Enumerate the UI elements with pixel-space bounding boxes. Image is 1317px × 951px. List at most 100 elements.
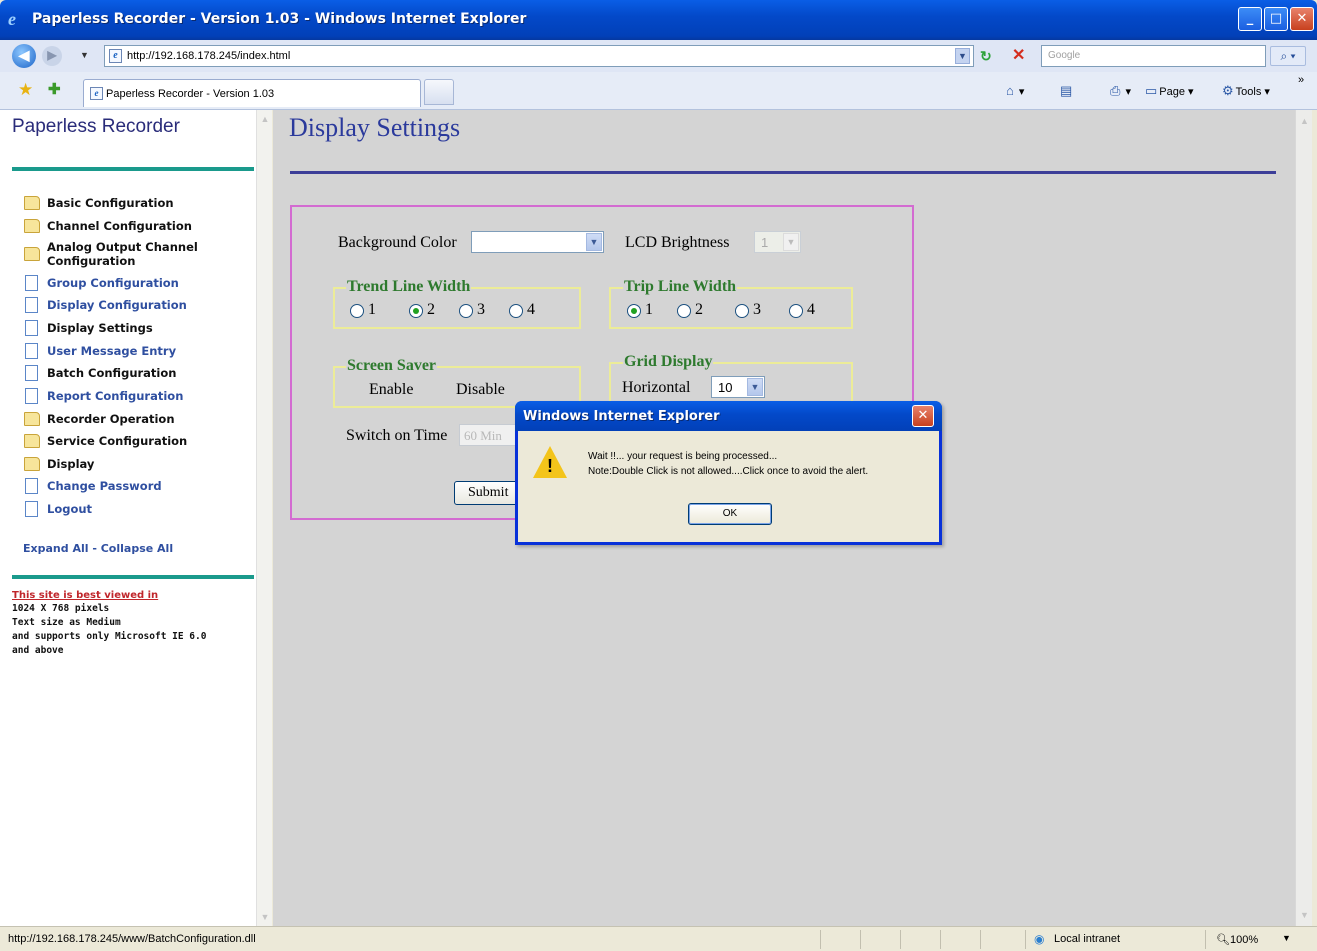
viewing-note-line: and above [12,645,64,656]
trend-width-option-label: 3 [477,301,485,318]
trend-line-width-legend: Trend Line Width [346,278,472,296]
dialog-title: Windows Internet Explorer [523,409,720,424]
trend-width-radio-4[interactable] [509,304,523,318]
add-favorite-icon[interactable]: ✚ [48,81,61,99]
zoom-value: 100% [1229,934,1259,946]
zoom-dropdown-icon[interactable]: ▼ [1282,933,1291,943]
screen-saver-disable[interactable]: Disable [456,381,505,399]
scroll-down-icon[interactable]: ▼ [1299,910,1310,920]
viewing-note-line: Text size as Medium [12,617,121,628]
history-dropdown-icon[interactable]: ▼ [80,50,89,60]
window-titlebar[interactable]: e Paperless Recorder - Version 1.03 - Wi… [0,0,1317,40]
tab-paperless-recorder[interactable]: e Paperless Recorder - Version 1.03 [83,79,421,107]
trip-width-radio-2[interactable] [677,304,691,318]
status-divider [1025,930,1026,949]
status-bar: http://192.168.178.245/www/BatchConfigur… [0,926,1317,951]
expand-all-link[interactable]: Expand All [23,542,89,555]
grid-display-legend: Grid Display [623,353,714,371]
sidebar-item-label: Change Password [47,479,162,493]
refresh-icon[interactable]: ↻ [980,48,998,64]
page-icon [25,297,38,313]
switch-on-time-input[interactable]: 60 Min [459,424,517,446]
scroll-up-icon[interactable]: ▲ [259,114,271,124]
dialog-titlebar[interactable]: Windows Internet Explorer ✕ [515,401,942,431]
folder-icon [24,412,40,426]
home-button[interactable]: ⌂ ▾ [1006,83,1024,98]
ok-button[interactable]: OK [688,503,772,525]
trip-width-option-label: 4 [807,301,815,318]
tab-toolbar: ★ ✚ e Paperless Recorder - Version 1.03 … [0,72,1317,110]
zoom-level[interactable]: 🔍︎100% [1216,933,1258,946]
dialog-close-button[interactable]: ✕ [912,405,934,427]
switch-on-time-label: Switch on Time [346,427,448,444]
tools-icon: ⚙ [1222,83,1234,98]
address-url[interactable]: http://192.168.178.245/index.html [127,50,290,62]
screen-saver-legend: Screen Saver [346,357,438,375]
page-icon [25,501,38,517]
switch-on-time-value: 60 Min [464,428,502,443]
tools-menu-label: Tools [1235,86,1262,98]
back-arrow-icon[interactable]: ◀ [12,44,36,68]
status-divider [940,930,941,949]
trend-width-radio-3[interactable] [459,304,473,318]
trend-width-option-label: 2 [427,301,435,318]
trip-width-option-label: 3 [753,301,761,318]
grid-horizontal-select[interactable]: 10 ▼ [711,376,765,398]
sidebar-item-label: Batch Configuration [47,366,177,380]
grid-horizontal-label: Horizontal [622,379,691,396]
status-divider [980,930,981,949]
minimize-button[interactable]: _ [1238,7,1262,31]
trip-width-radio-1[interactable] [627,304,641,318]
grid-horizontal-value: 10 [718,380,733,395]
page-title: Display Settings [289,113,461,142]
print-button[interactable]: ⎙ ▾ [1110,83,1131,99]
nav-divider [12,575,254,579]
trip-width-radio-3[interactable] [735,304,749,318]
folder-icon [24,219,40,233]
main-scrollbar[interactable]: ▲ ▼ [1295,110,1312,926]
feeds-button[interactable]: ▤ [1060,83,1074,99]
expand-collapse-links: Expand All - Collapse All [23,542,173,555]
forward-arrow-icon[interactable]: ▶ [42,46,62,66]
new-tab-button[interactable] [424,79,454,105]
scroll-up-icon[interactable]: ▲ [1299,116,1310,126]
window-title: Paperless Recorder - Version 1.03 - Wind… [32,11,527,27]
link-separator: - [88,542,101,555]
lcd-brightness-select[interactable]: 1 ▼ [754,231,801,253]
trend-width-radio-2[interactable] [409,304,423,318]
search-input[interactable]: Google [1041,45,1266,67]
page-icon [25,275,38,291]
left-nav-scrollbar[interactable]: ▲ ▼ [256,110,272,926]
tab-page-icon: e [90,87,103,100]
scroll-down-icon[interactable]: ▼ [259,912,271,922]
maximize-button[interactable]: □ [1264,7,1288,31]
viewing-note-heading[interactable]: This site is best viewed in [12,590,158,601]
chevron-down-icon: ▼ [783,233,799,251]
tools-menu[interactable]: ⚙ Tools ▾ [1222,83,1270,99]
trip-width-radio-4[interactable] [789,304,803,318]
submit-button[interactable]: Submit [454,481,520,505]
security-zone[interactable]: Local intranet [1054,933,1120,945]
search-icon[interactable]: ⌕ ▾ [1270,46,1306,66]
trend-width-option-label: 4 [527,301,535,318]
page-menu[interactable]: ▭ Page ▾ [1145,83,1194,99]
address-field[interactable]: e http://192.168.178.245/index.html ▼ [104,45,974,67]
background-color-select[interactable]: ▼ [471,231,604,253]
trend-width-radio-1[interactable] [350,304,364,318]
folder-icon [24,196,40,210]
favorites-star-icon[interactable]: ★ [18,81,33,99]
sidebar-item-label: Basic Configuration [47,196,174,210]
status-divider [900,930,901,949]
stop-icon[interactable]: ✕ [1012,47,1030,65]
title-divider [290,171,1276,174]
viewing-note-line: and supports only Microsoft IE 6.0 [12,631,207,642]
status-divider [1205,930,1206,949]
close-button[interactable]: ✕ [1290,7,1314,31]
overflow-chevron-icon[interactable]: » [1298,74,1304,86]
collapse-all-link[interactable]: Collapse All [101,542,173,555]
screen-saver-enable[interactable]: Enable [369,381,413,399]
address-dropdown-icon[interactable]: ▼ [955,48,970,64]
page-icon [25,365,38,381]
folder-icon [24,457,40,471]
page-icon [25,343,38,359]
